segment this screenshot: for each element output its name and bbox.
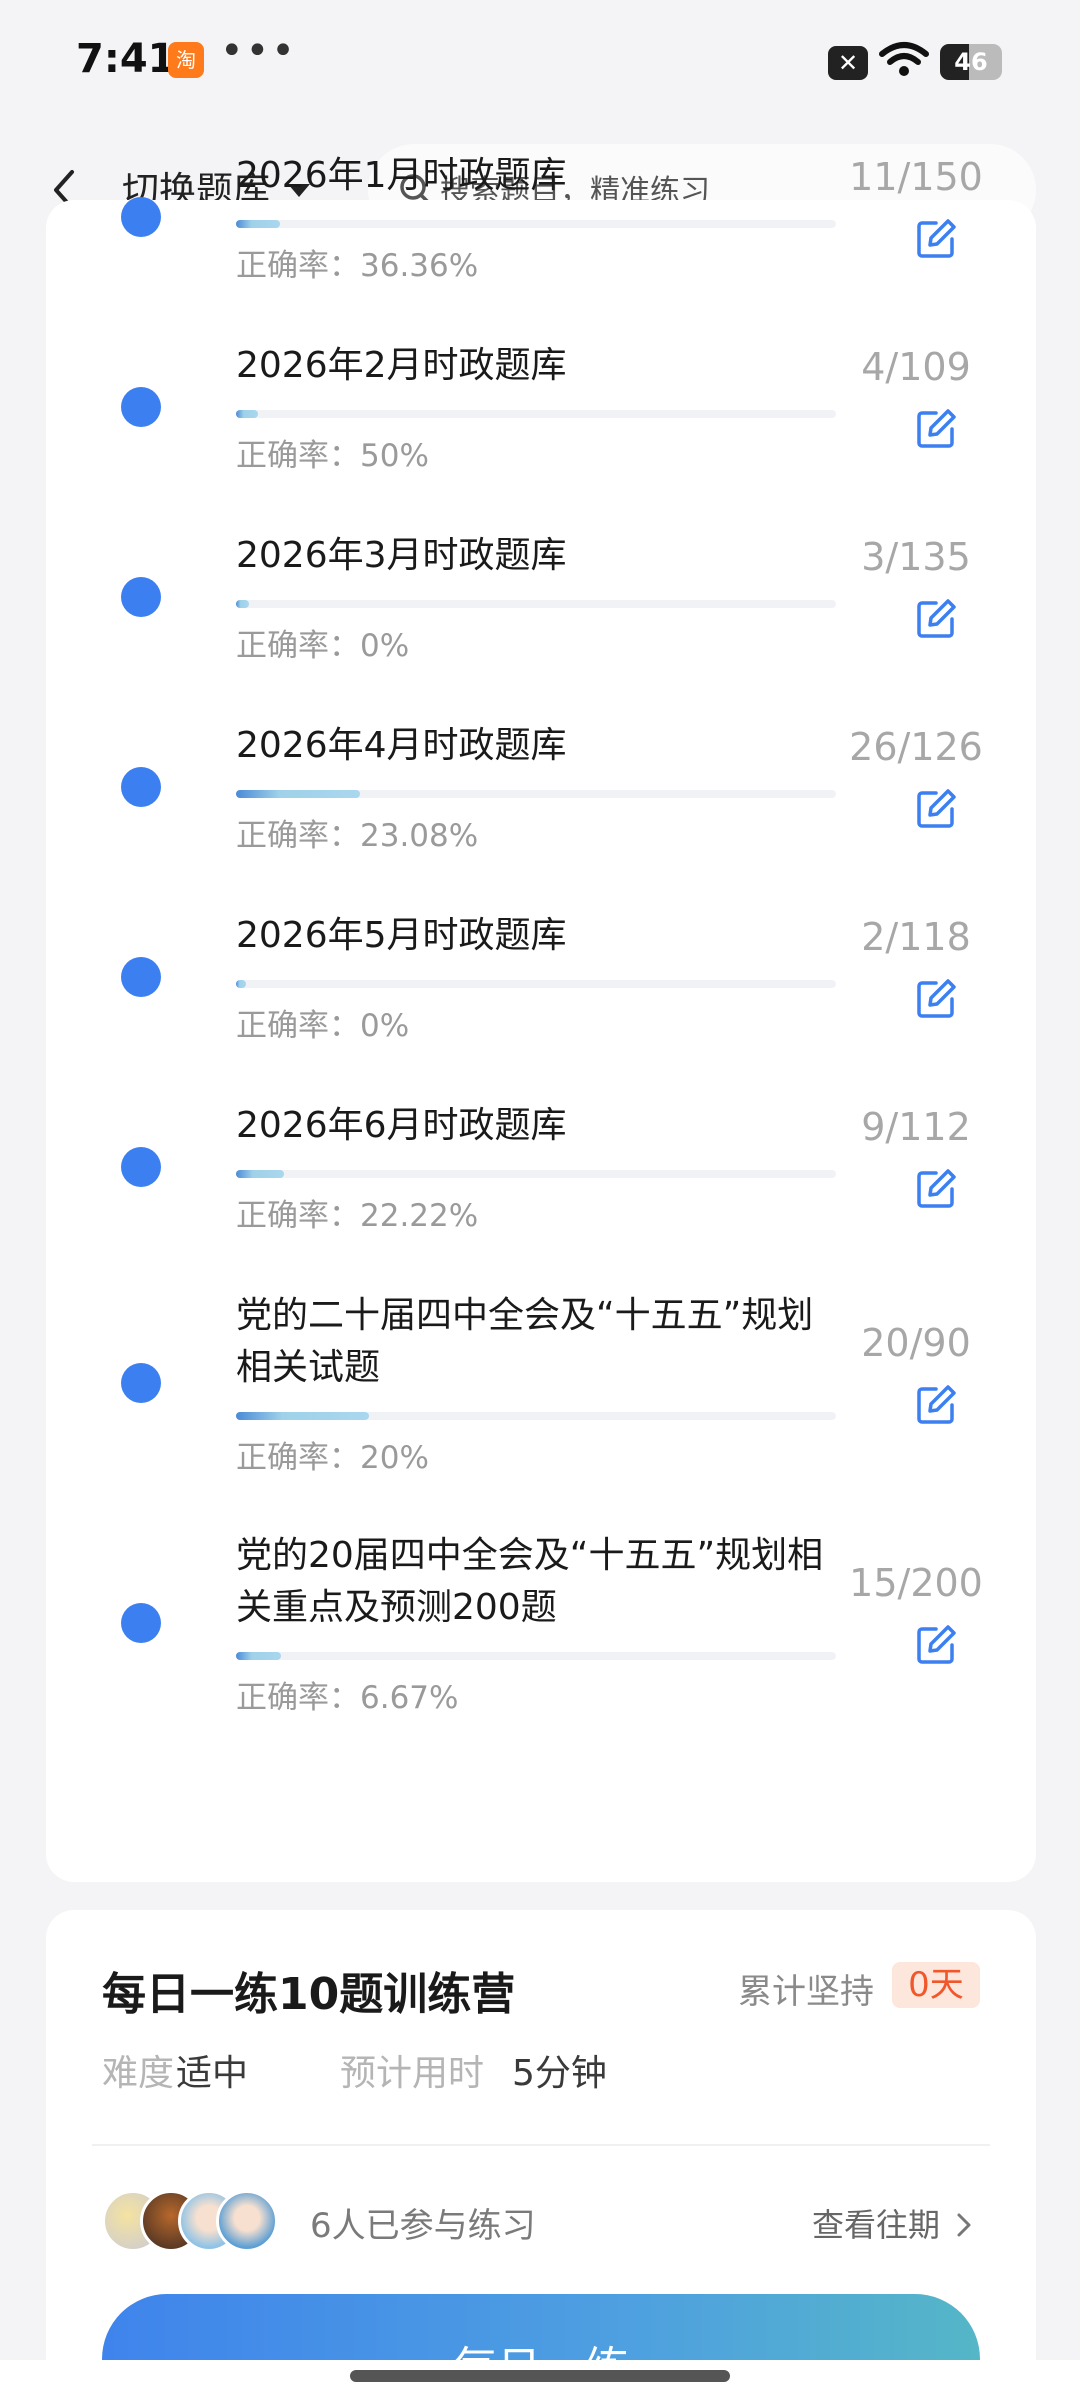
progress-fill xyxy=(236,1652,281,1660)
progress-fill xyxy=(236,980,246,988)
status-dot xyxy=(121,387,161,427)
accuracy-label: 正确率： xyxy=(236,1440,360,1476)
estimated-time-label: 预计用时 xyxy=(340,2053,485,2094)
accuracy-label: 正确率： xyxy=(236,1198,360,1234)
progress-bar xyxy=(236,410,836,418)
accuracy-label: 正确率： xyxy=(236,628,360,664)
edit-icon[interactable] xyxy=(914,597,958,641)
accuracy-text: 正确率：0% xyxy=(236,1000,409,1045)
bank-name: 2026年1月时政题库 xyxy=(236,155,567,196)
progress-fill xyxy=(236,1412,369,1420)
view-history-link[interactable]: 查看往期 xyxy=(812,2200,940,2246)
progress-fill xyxy=(236,410,258,418)
edit-icon[interactable] xyxy=(914,1383,958,1427)
progress-fill xyxy=(236,790,360,798)
accuracy-label: 正确率： xyxy=(236,438,360,474)
divider xyxy=(92,2144,990,2146)
chevron-right-icon[interactable] xyxy=(956,2212,972,2238)
status-dot xyxy=(121,767,161,807)
accuracy-value: 6.67% xyxy=(360,1680,459,1716)
progress-bar xyxy=(236,1170,836,1178)
accuracy-text: 正确率：22.22% xyxy=(236,1190,478,1235)
progress-count: 4/109 xyxy=(861,345,971,389)
status-dot xyxy=(121,1363,161,1403)
edit-icon[interactable] xyxy=(914,1167,958,1211)
battery-level: 46 xyxy=(954,48,988,76)
progress-bar xyxy=(236,1412,836,1420)
bank-name: 党的二十届四中全会及“十五五”规划相关试题 xyxy=(236,1295,814,1388)
bank-name: 2026年4月时政题库 xyxy=(236,725,567,766)
bank-name: 2026年2月时政题库 xyxy=(236,345,567,386)
status-dot xyxy=(121,957,161,997)
accuracy-value: 22.22% xyxy=(360,1198,479,1234)
edit-icon[interactable] xyxy=(914,407,958,451)
question-bank-list: 2026年1月时政题库 正确率：36.36% 11/150 2026年2月时政题库 正确… xyxy=(46,155,1036,1882)
streak-badge: 0天 xyxy=(892,1962,980,2008)
accuracy-text: 正确率：0% xyxy=(236,620,409,665)
accuracy-value: 36.36% xyxy=(360,248,479,284)
estimated-time-value: 5分钟 xyxy=(512,2053,607,2094)
accuracy-label: 正确率： xyxy=(236,818,360,854)
more-notifications-icon: ••• xyxy=(220,28,297,74)
progress-bar xyxy=(236,600,836,608)
taobao-app-icon: 淘 xyxy=(168,42,204,78)
progress-count: 11/150 xyxy=(849,155,983,199)
participants-count: 6人已参与练习 xyxy=(310,2206,536,2246)
status-dot xyxy=(121,1147,161,1187)
progress-bar xyxy=(236,1652,836,1660)
bank-name: 党的20届四中全会及“十五五”规划相关重点及预测200题 xyxy=(236,1535,824,1628)
home-indicator[interactable] xyxy=(350,2370,730,2382)
accuracy-value: 50% xyxy=(360,438,429,474)
accuracy-text: 正确率：23.08% xyxy=(236,810,478,855)
accuracy-text: 正确率：20% xyxy=(236,1432,429,1477)
edit-icon[interactable] xyxy=(914,787,958,831)
accuracy-label: 正确率： xyxy=(236,1008,360,1044)
avatar xyxy=(216,2190,278,2252)
accuracy-value: 0% xyxy=(360,628,410,664)
daily-practice-title: 每日一练10题训练营 xyxy=(102,1969,516,2020)
difficulty-value: 适中 xyxy=(176,2053,249,2094)
accuracy-text: 正确率：50% xyxy=(236,430,429,475)
accuracy-value: 20% xyxy=(360,1440,429,1476)
difficulty-label: 难度 xyxy=(102,2053,175,2094)
progress-bar xyxy=(236,790,836,798)
progress-count: 15/200 xyxy=(849,1561,983,1605)
progress-count: 26/126 xyxy=(849,725,983,769)
progress-fill xyxy=(236,1170,284,1178)
streak-label: 累计坚持 xyxy=(738,1972,874,2012)
wifi-icon xyxy=(879,42,929,76)
edit-icon[interactable] xyxy=(914,1623,958,1667)
progress-count: 2/118 xyxy=(861,915,971,959)
status-dot xyxy=(121,197,161,237)
accuracy-value: 23.08% xyxy=(360,818,479,854)
edit-icon[interactable] xyxy=(914,217,958,261)
edit-icon[interactable] xyxy=(914,977,958,1021)
bank-name: 2026年5月时政题库 xyxy=(236,915,567,956)
bank-name: 2026年6月时政题库 xyxy=(236,1105,567,1146)
progress-fill xyxy=(236,220,280,228)
progress-count: 3/135 xyxy=(861,535,971,579)
progress-fill xyxy=(236,600,249,608)
bank-name: 2026年3月时政题库 xyxy=(236,535,567,576)
daily-practice-card: 每日一练10题训练营 累计坚持 0天 难度 适中 预计用时 5分钟 6人已参与练… xyxy=(46,1910,1036,2380)
status-dot xyxy=(121,577,161,617)
progress-bar xyxy=(236,220,836,228)
progress-bar xyxy=(236,980,836,988)
status-time: 7:41 xyxy=(76,36,176,82)
no-sim-icon: ✕ xyxy=(828,46,868,80)
participant-avatars xyxy=(102,2190,282,2254)
progress-count: 20/90 xyxy=(861,1321,971,1365)
accuracy-label: 正确率： xyxy=(236,248,360,284)
accuracy-text: 正确率：36.36% xyxy=(236,240,478,285)
progress-count: 9/112 xyxy=(861,1105,971,1149)
accuracy-label: 正确率： xyxy=(236,1680,360,1716)
battery-icon: 46 xyxy=(940,44,1002,80)
accuracy-value: 0% xyxy=(360,1008,410,1044)
status-dot xyxy=(121,1603,161,1643)
accuracy-text: 正确率：6.67% xyxy=(236,1672,458,1717)
status-bar: 7:41 淘 ••• ✕ 46 xyxy=(0,0,1080,130)
